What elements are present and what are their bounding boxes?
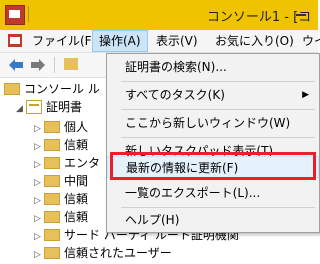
menu-item-new-window[interactable]: ここから新しいウィンドウ(W) [107, 112, 319, 134]
expand-arrow-icon[interactable]: ▷ [34, 246, 44, 264]
highlight-annotation-box [110, 152, 316, 180]
menu-action[interactable]: 操作(A) [92, 30, 148, 52]
tree-item-certificates[interactable]: ◢ 証明書 [16, 98, 82, 116]
menu-file[interactable]: ファイル(F) [26, 30, 102, 52]
tree-item[interactable]: ▷ 信頼 [34, 136, 88, 154]
folder-icon [44, 247, 60, 259]
tree-item[interactable]: ▷ 信頼 [34, 208, 88, 226]
menu-view[interactable]: 表示(V) [150, 30, 204, 52]
menu-favorites[interactable]: お気に入り(O) [209, 30, 300, 52]
menu-item-find-certificates[interactable]: 証明書の検索(N)... [107, 56, 319, 78]
tree-item[interactable]: ▷ 信頼されたユーザー [34, 244, 172, 262]
toolbar-separator [54, 57, 55, 73]
menu-item-export-list[interactable]: 一覧のエクスポート(L)... [107, 182, 319, 204]
tree-item[interactable]: ▷ 信頼 [34, 190, 88, 208]
menu-separator [121, 81, 315, 82]
folder-icon [44, 175, 60, 187]
minimize-icon[interactable] [296, 14, 306, 16]
tree-item[interactable]: ▷ 中間 [34, 172, 88, 190]
menu-window[interactable]: ウイ [296, 30, 320, 52]
folder-icon [44, 121, 60, 133]
folder-icon [44, 157, 60, 169]
folder-icon [44, 139, 60, 151]
title-bar: コンソール1 - [コ [0, 0, 318, 30]
back-icon[interactable] [8, 58, 24, 72]
forward-icon[interactable] [30, 58, 46, 72]
folder-icon [44, 229, 60, 241]
folder-icon [44, 193, 60, 205]
menu-bar: ファイル(F) 操作(A) 表示(V) お気に入り(O) ウイ [0, 30, 320, 53]
up-folder-icon[interactable] [64, 58, 78, 70]
console-menu-icon[interactable] [8, 34, 22, 47]
menu-item-all-tasks[interactable]: すべてのタスク(K) ▶ [107, 84, 319, 106]
action-menu-dropdown: 証明書の検索(N)... すべてのタスク(K) ▶ ここから新しいウィンドウ(W… [106, 53, 320, 233]
certificate-store-icon [26, 100, 42, 114]
folder-icon [4, 83, 20, 95]
tree-root[interactable]: コンソール ル [4, 80, 100, 98]
folder-icon [44, 211, 60, 223]
tree-item[interactable]: ▷ 個人 [34, 118, 88, 136]
collapse-arrow-icon[interactable]: ◢ [16, 100, 26, 118]
tree-root-label: コンソール ル [24, 82, 100, 96]
menu-separator [121, 109, 315, 110]
tree-item[interactable]: ▷ エンタ [34, 154, 100, 172]
window-title: コンソール1 - [コ [206, 10, 312, 25]
submenu-arrow-icon: ▶ [302, 90, 309, 100]
menu-separator [121, 137, 315, 138]
menu-separator [121, 207, 315, 208]
menu-item-help[interactable]: ヘルプ(H) [107, 209, 319, 231]
